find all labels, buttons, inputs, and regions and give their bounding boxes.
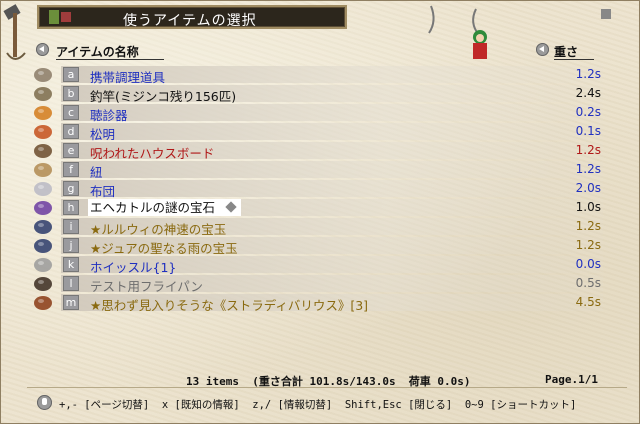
item-weight: 2.0s [575,181,601,195]
violin-icon [34,296,52,310]
header-underline-weight [554,59,594,60]
list-item[interactable]: m ★思わず見入りそうな《ストラディバリウス》[3] 4.5s [1,293,640,314]
item-hotkey[interactable]: k [63,257,79,272]
item-weight: 1.2s [575,143,601,157]
fishing-rod-icon [34,87,52,101]
footer-divider [27,387,627,388]
list-item[interactable]: e 呪われたハウスボード 1.2s [1,141,640,161]
row-stripe [61,180,603,197]
chain-decoration-icon [428,5,611,36]
item-weight: 1.2s [575,162,601,176]
frying-pan-icon [34,277,52,291]
wrench-decoration-icon [3,4,26,60]
list-item[interactable]: i ★ルルウィの神速の宝玉 1.2s [1,217,640,237]
list-item[interactable]: d 松明 0.1s [1,122,640,142]
item-hotkey[interactable]: e [63,143,79,158]
item-hotkey[interactable]: b [63,86,79,101]
column-header-weight[interactable]: 重さ [554,43,578,60]
item-hotkey[interactable]: g [63,181,79,196]
item-name[interactable]: エヘカトルの謎の宝石 [88,199,242,216]
item-name[interactable]: ★思わず見入りそうな《ストラディバリウス》[3] [90,295,368,314]
item-hotkey[interactable]: h [63,200,79,215]
item-weight: 0.5s [575,276,601,290]
futon-icon [34,182,52,196]
item-hotkey[interactable]: m [63,295,79,310]
list-item[interactable]: c 聴診器 0.2s [1,103,640,123]
item-hotkey[interactable]: a [63,67,79,82]
row-stripe [61,123,603,140]
page-indicator: Page.1/1 [545,373,598,386]
item-weight: 2.4s [575,86,601,100]
stethoscope-icon [34,106,52,120]
item-weight: 1.2s [575,67,601,81]
list-item[interactable]: l テスト用フライパン 0.5s [1,274,640,294]
item-hotkey[interactable]: i [63,219,79,234]
column-header-name[interactable]: アイテムの名称 [56,43,139,60]
item-weight: 0.0s [575,257,601,271]
item-hotkey[interactable]: j [63,238,79,253]
list-item[interactable]: a 携帯調理道具 1.2s [1,65,640,85]
inventory-window: 使うアイテムの選択 アイテムの名称 重さ a 携帯調理道具 1.2s b 釣竿(ミジンコ… [0,0,640,424]
item-weight: 1.0s [575,200,601,214]
menu-icon [49,10,71,24]
key-help-text: +,- [ページ切替] x [既知の情報] z,/ [情報切替] Shift,E… [59,399,577,411]
list-item[interactable]: j ★ジュアの聖なる雨の宝玉 1.2s [1,236,640,256]
item-weight: 1.2s [575,219,601,233]
list-item[interactable]: h エヘカトルの謎の宝石 1.0s [1,198,640,217]
row-stripe [61,161,603,178]
jewel-icon [34,201,52,215]
list-item[interactable]: g 布団 2.0s [1,179,640,199]
item-hotkey[interactable]: l [63,276,79,291]
item-weight: 0.2s [575,105,601,119]
item-hotkey[interactable]: c [63,105,79,120]
window-titlebar: 使うアイテムの選択 [37,5,347,29]
header-underline [56,59,164,60]
item-weight: 4.5s [575,295,601,309]
window-title: 使うアイテムの選択 [123,13,257,29]
cooking-kit-icon [34,68,52,82]
help-bullet-icon [37,395,52,410]
row-stripe [61,104,603,121]
house-board-icon [34,144,52,158]
orb-icon [34,239,52,253]
item-weight: 1.2s [575,238,601,252]
orb-icon [34,220,52,234]
header-name-bullet-icon [36,43,49,56]
list-item[interactable]: b 釣竿(ミジンコ残り156匹) 2.4s [1,84,640,104]
rope-icon [34,163,52,177]
item-weight: 0.1s [575,124,601,138]
header-weight-bullet-icon [536,43,549,56]
whistle-icon [34,258,52,272]
item-hotkey[interactable]: d [63,124,79,139]
item-hotkey[interactable]: f [63,162,79,177]
torch-icon [34,125,52,139]
list-item[interactable]: f 紐 1.2s [1,160,640,180]
character-portrait-icon [473,30,487,59]
list-item[interactable]: k ホイッスル{1} 0.0s [1,255,640,275]
